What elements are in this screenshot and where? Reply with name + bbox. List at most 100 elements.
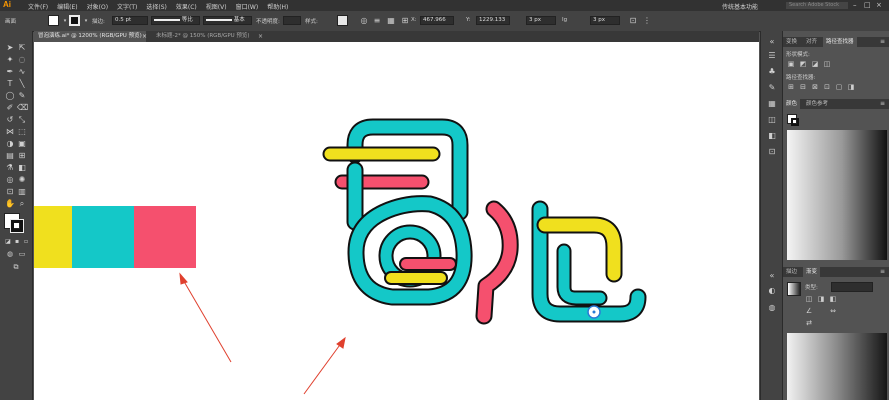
lasso-icon[interactable]: ◌ [17, 55, 27, 65]
tab-transform[interactable]: 变换 [783, 37, 800, 47]
menu-window[interactable]: 窗口(W) [236, 2, 259, 11]
edit-toolbar-icon[interactable]: ⧉ [11, 262, 21, 272]
reference-point-icon[interactable]: ⊞ [400, 16, 410, 26]
close-tab-icon[interactable]: × [258, 33, 263, 40]
fill-swatch[interactable] [48, 15, 59, 26]
width-field[interactable]: 3 px [526, 16, 556, 25]
gradient-slider[interactable] [787, 333, 887, 400]
align-icon[interactable]: ≡ [372, 16, 382, 26]
menu-effect[interactable]: 效果(C) [176, 2, 197, 11]
hand-tool-icon[interactable]: ✋ [5, 199, 15, 209]
variable-width-profile[interactable]: 等比 [151, 16, 200, 25]
draw-mode-icon[interactable]: ◍ [5, 249, 15, 259]
tab-document-2[interactable]: 未标题-2* @ 150% (RGB/GPU 预览) [152, 31, 254, 42]
shaper-tool-icon[interactable]: ✐ [5, 103, 15, 113]
blend-tool-icon[interactable]: ◎ [5, 175, 15, 185]
menu-view[interactable]: 视图(V) [206, 2, 227, 11]
merge-icon[interactable]: ⊠ [811, 83, 819, 91]
angle-icon[interactable]: ∠ [805, 307, 813, 315]
unite-icon[interactable]: ▣ [787, 60, 795, 68]
stroke-gradient-icon[interactable]: ◧ [829, 295, 837, 303]
swatches-icon[interactable]: ▦ [767, 99, 777, 109]
tab-pathfinder[interactable]: 路径查找器 [823, 37, 857, 47]
rotate-tool-icon[interactable]: ↺ [5, 115, 15, 125]
minus-front-icon[interactable]: ◩ [799, 60, 807, 68]
shape-builder-icon[interactable]: ◑ [5, 139, 15, 149]
maximize-icon[interactable]: □ [864, 1, 871, 9]
stroke-swatch[interactable] [69, 15, 80, 26]
gradient-color-icon[interactable]: ▫ [21, 237, 31, 247]
selection-tool-icon[interactable]: ➤ [5, 43, 15, 53]
zoom-tool-icon[interactable]: ⌕ [17, 199, 27, 209]
tab-document-1[interactable]: 冒泡演练.ai* @ 1200% (RGB/GPU 预览) [34, 31, 146, 42]
artwork[interactable] [34, 42, 759, 400]
free-transform-icon[interactable]: ⬚ [17, 127, 27, 137]
panel-menu-icon[interactable]: ≡ [880, 100, 885, 107]
color-spectrum[interactable] [787, 130, 887, 260]
stroke-weight-field[interactable]: 0.5 pt [112, 16, 148, 25]
tab-gradient[interactable]: 渐变 [803, 267, 821, 277]
eyedropper-icon[interactable]: ⚗ [5, 163, 15, 173]
eraser-tool-icon[interactable]: ⌫ [17, 103, 28, 113]
graphic-styles-icon[interactable]: ◍ [767, 303, 777, 313]
gradient-type-select[interactable] [831, 282, 873, 292]
intersect-icon[interactable]: ◪ [811, 60, 819, 68]
symbol-sprayer-icon[interactable]: ✺ [17, 175, 27, 185]
tab-stroke[interactable]: 描边 [783, 267, 800, 277]
collapse-icon[interactable]: « [767, 271, 777, 281]
curvature-tool-icon[interactable]: ∿ [17, 67, 27, 77]
symbols-icon[interactable]: ♣ [767, 67, 777, 77]
brush-tool-icon[interactable]: ✎ [17, 91, 27, 101]
menu-type[interactable]: 文字(T) [117, 2, 137, 11]
appearance-icon[interactable]: ◧ [767, 131, 777, 141]
menu-edit[interactable]: 编辑(E) [57, 2, 77, 11]
ellipse-tool-icon[interactable]: ◯ [5, 91, 15, 101]
more-options-icon[interactable]: ⋮ [642, 16, 652, 26]
screen-mode-icon[interactable]: ▭ [17, 249, 27, 259]
live-paint-icon[interactable]: ▣ [17, 139, 27, 149]
aspect-icon[interactable]: ⇔ [829, 307, 837, 315]
chevron-down-icon[interactable]: ▾ [81, 16, 91, 26]
x-field[interactable]: 467.966 [420, 16, 454, 25]
libraries-icon[interactable]: ☰ [767, 51, 777, 61]
y-field[interactable]: 1229.133 [476, 16, 510, 25]
close-tab-icon[interactable]: × [142, 33, 147, 40]
stroke-gradient-icon[interactable]: ◫ [805, 295, 813, 303]
opacity-label[interactable]: 不透明度: [256, 17, 280, 25]
pen-tool-icon[interactable]: ✒ [5, 67, 15, 77]
stroke-gradient-icon[interactable]: ◨ [817, 295, 825, 303]
panel-menu-icon[interactable]: ≡ [880, 268, 885, 275]
collapse-icon[interactable]: « [767, 37, 777, 47]
opacity-field[interactable] [283, 16, 301, 25]
gradient-tool-icon[interactable]: ◧ [17, 163, 27, 173]
menu-object[interactable]: 对象(O) [87, 2, 108, 11]
crop-icon[interactable]: ⊡ [823, 83, 831, 91]
width-tool-icon[interactable]: ⋈ [5, 127, 15, 137]
color-stroke-icon[interactable] [791, 118, 799, 126]
tab-color-guide[interactable]: 颜色参考 [803, 99, 831, 109]
artboard-tool-icon[interactable]: ⊡ [5, 187, 15, 197]
direct-selection-tool-icon[interactable]: ⇱ [17, 43, 27, 53]
perspective-grid-icon[interactable]: ▤ [5, 151, 15, 161]
stock-search-input[interactable]: Search Adobe Stock [786, 2, 848, 9]
brushes-icon[interactable]: ✎ [767, 83, 777, 93]
recolor-icon[interactable]: ◎ [359, 16, 369, 26]
tab-align[interactable]: 对齐 [803, 37, 820, 47]
workspace-switcher[interactable]: 传统基本功能 [722, 2, 758, 11]
trim-icon[interactable]: ⊟ [799, 83, 807, 91]
line-tool-icon[interactable]: ╲ [17, 79, 27, 89]
minus-back-icon[interactable]: ◨ [847, 83, 855, 91]
brush-definition[interactable]: 基本 [203, 16, 252, 25]
transparency-icon[interactable]: ◐ [767, 286, 777, 296]
type-tool-icon[interactable]: T [5, 79, 15, 89]
minimize-icon[interactable]: – [853, 1, 857, 9]
mesh-tool-icon[interactable]: ⊞ [17, 151, 27, 161]
panel-menu-icon[interactable]: ≡ [880, 38, 885, 45]
height-field[interactable]: 3 px [590, 16, 620, 25]
tab-color[interactable]: 颜色 [783, 99, 801, 109]
artboard[interactable] [34, 42, 759, 400]
exclude-icon[interactable]: ◫ [823, 60, 831, 68]
transform-icon[interactable]: ▦ [386, 16, 396, 26]
reverse-icon[interactable]: ⇄ [805, 319, 813, 327]
menu-help[interactable]: 帮助(H) [267, 2, 288, 11]
